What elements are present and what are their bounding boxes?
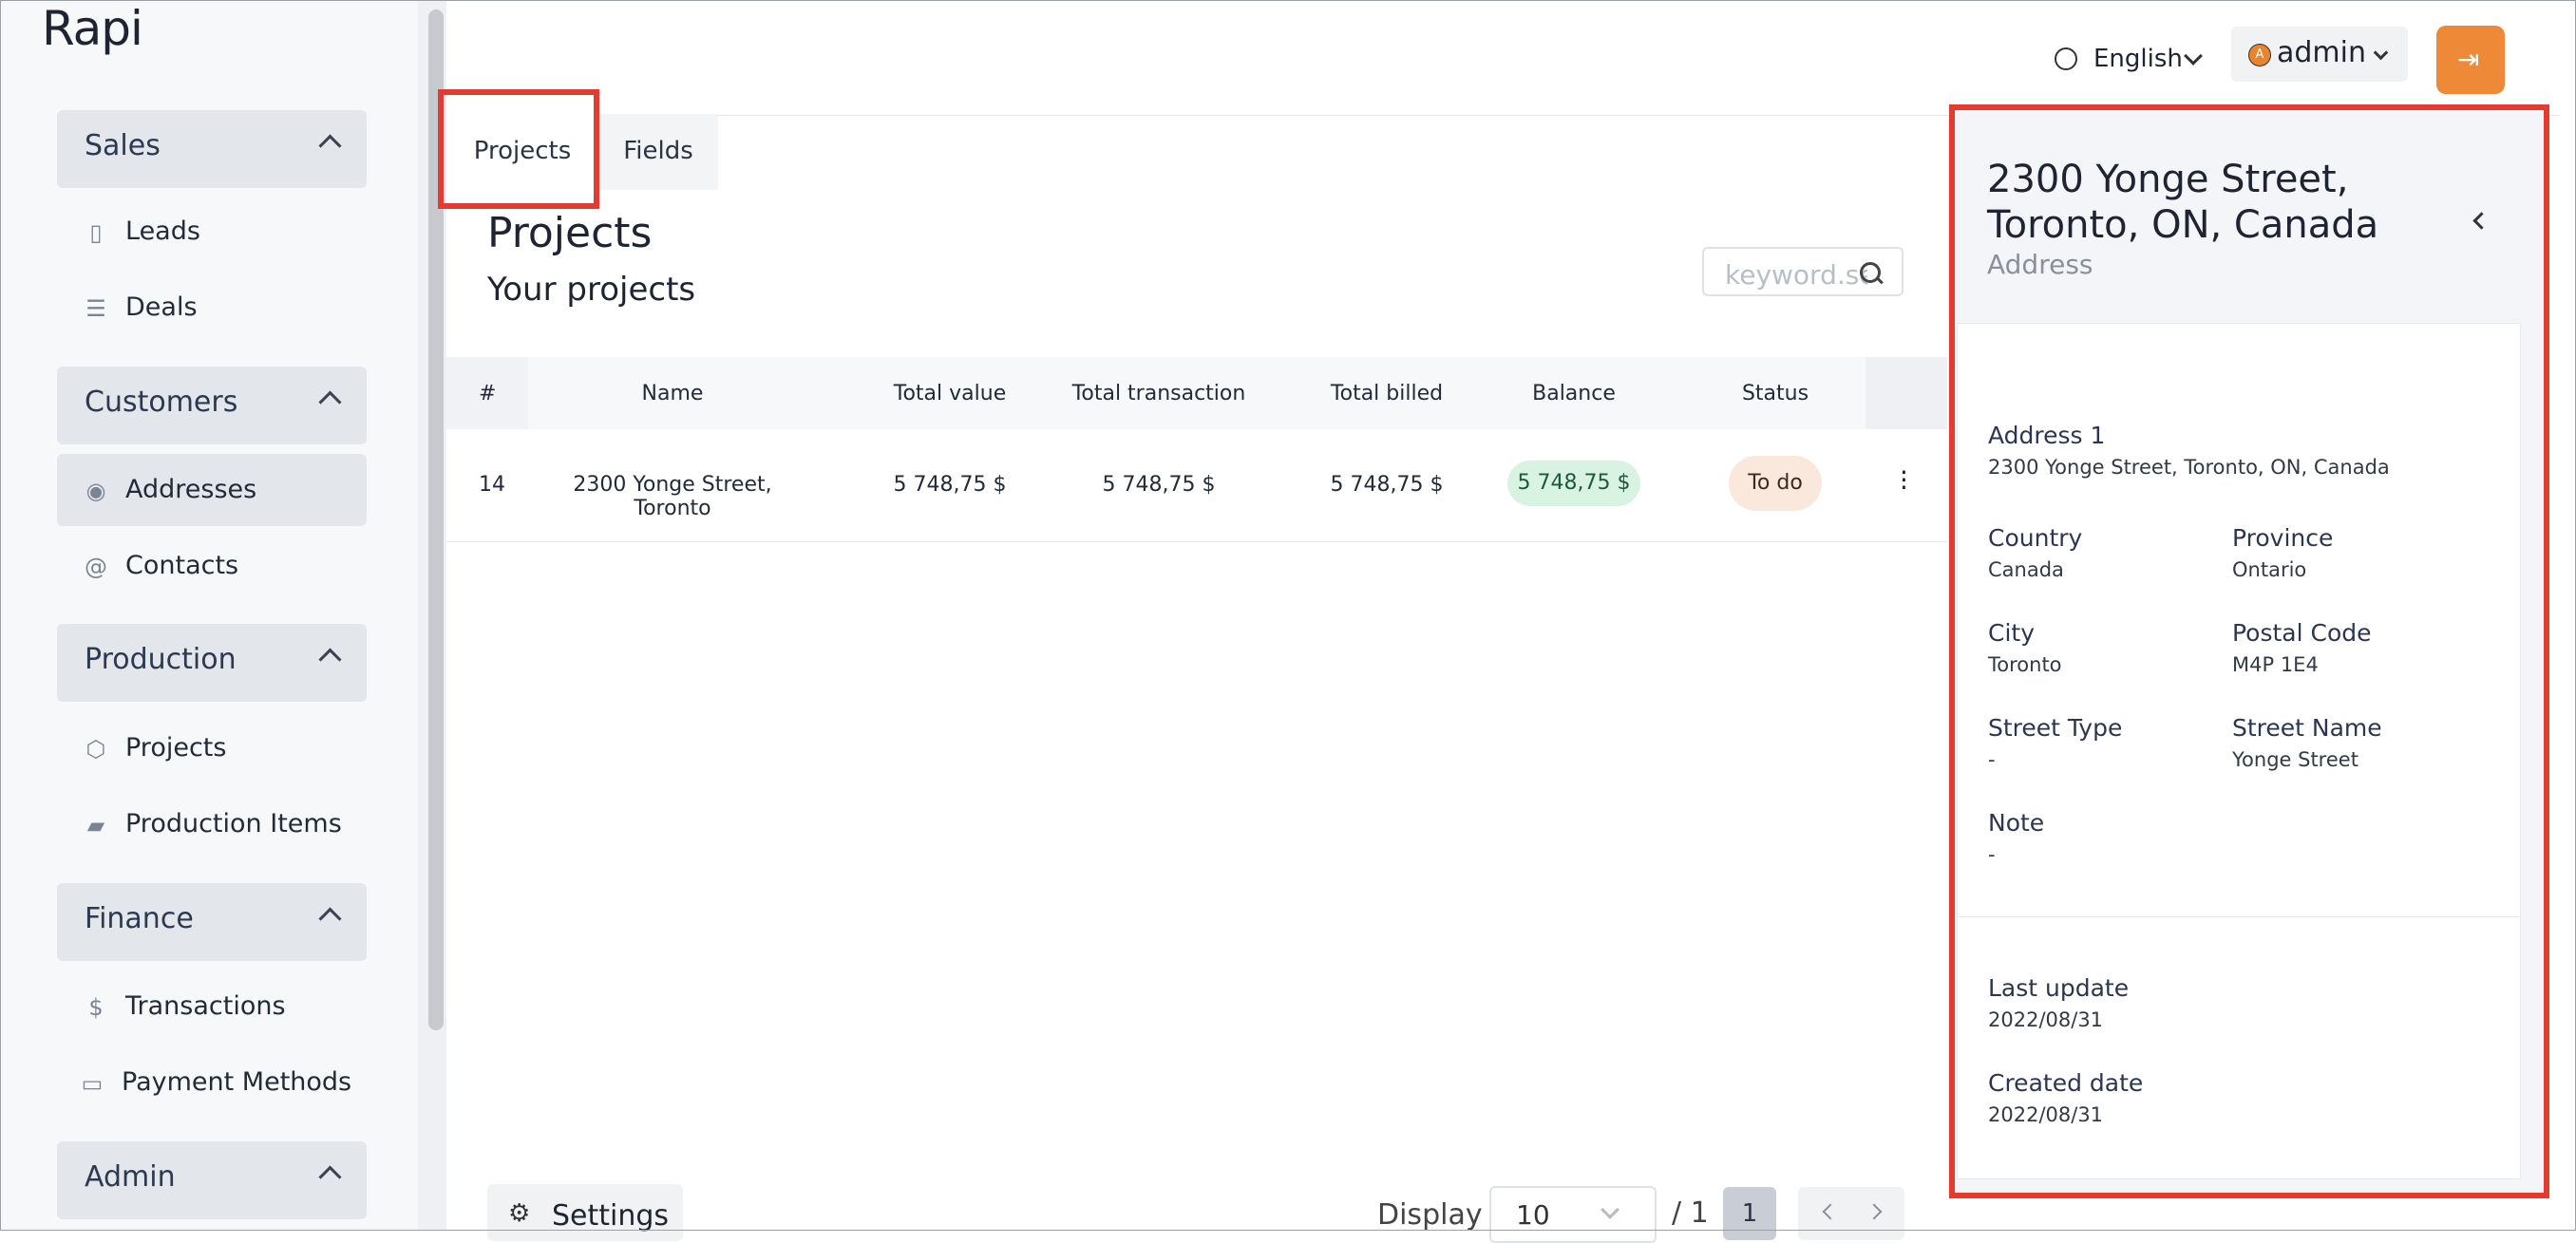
sidebar-group-label: Customers	[85, 386, 238, 419]
column-header-total-transaction[interactable]: Total transaction	[1045, 382, 1273, 405]
column-header-name[interactable]: Name	[532, 382, 813, 405]
chevron-down-icon	[2373, 45, 2389, 61]
chevron-down-icon	[1601, 1200, 1619, 1219]
book-icon: ▯	[89, 219, 103, 246]
app-logo[interactable]: Rapi	[42, 0, 143, 57]
sidebar-item-label: Projects	[125, 733, 227, 763]
cell-total-value: 5 748,75 $	[893, 473, 1007, 497]
map-pin-icon: ◉	[85, 478, 106, 504]
chevron-right-icon[interactable]	[1866, 1203, 1883, 1220]
column-header-status[interactable]: Status	[1700, 382, 1850, 405]
tab-fields[interactable]: Fields	[598, 114, 718, 190]
display-label: Display	[1377, 1198, 1483, 1232]
sidebar-item-transactions[interactable]: $ Transactions	[57, 970, 367, 1043]
user-menu[interactable]: A admin	[2231, 27, 2408, 82]
sidebar-group-label: Sales	[85, 129, 161, 162]
gear-icon: ⚙	[508, 1199, 531, 1228]
cell-total-billed: 5 748,75 $	[1330, 473, 1444, 497]
search-icon[interactable]	[1860, 262, 1881, 283]
sidebar-item-label: Transactions	[125, 991, 286, 1021]
list-icon: ☰	[85, 295, 106, 322]
sidebar-item-leads[interactable]: ▯ Leads	[57, 196, 367, 268]
table-header: # Name Total value Total transaction Tot…	[446, 357, 1947, 430]
credit-card-icon: ▭	[81, 1070, 104, 1097]
more-options-icon[interactable]: · · ·	[1900, 460, 1908, 501]
globe-icon	[2055, 47, 2077, 70]
sidebar-item-addresses[interactable]: ◉ Addresses	[57, 454, 367, 526]
user-name: admin	[2277, 36, 2366, 69]
dollar-icon: $	[88, 994, 104, 1021]
column-header-balance[interactable]: Balance	[1491, 382, 1657, 405]
page-size-value: 10	[1516, 1199, 1550, 1231]
chevron-up-icon	[318, 390, 342, 414]
sidebar-item-label: Leads	[125, 217, 200, 246]
sidebar-group-sales[interactable]: Sales	[57, 110, 367, 188]
at-icon: @	[85, 554, 107, 580]
current-page-button[interactable]: 1	[1723, 1187, 1776, 1240]
logout-icon: ⇥	[2457, 44, 2480, 75]
status-badge: To do	[1729, 456, 1822, 511]
sidebar-group-label: Finance	[85, 902, 194, 935]
page-subtitle: Your projects	[487, 271, 696, 309]
chevron-left-icon[interactable]	[1822, 1203, 1839, 1220]
highlight-box-detail-panel	[1949, 104, 2549, 1198]
sidebar-item-projects[interactable]: ⬡ Projects	[57, 712, 367, 784]
language-selector[interactable]: English	[2093, 45, 2183, 73]
search-box	[1702, 247, 1904, 296]
settings-label: Settings	[552, 1199, 670, 1233]
sidebar-item-label: Deals	[125, 292, 198, 322]
sidebar: Rapi Sales ▯ Leads ☰ Deals Customers ◉ A…	[0, 0, 427, 1231]
sidebar-item-label: Production Items	[125, 809, 342, 838]
balance-badge: 5 748,75 $	[1507, 461, 1640, 506]
settings-button[interactable]: ⚙ Settings	[487, 1184, 683, 1241]
total-pages: / 1	[1672, 1196, 1709, 1230]
sidebar-item-label: Addresses	[125, 475, 257, 504]
sidebar-group-label: Production	[85, 643, 237, 676]
sidebar-item-payment-methods[interactable]: ▭ Payment Methods	[57, 1046, 367, 1119]
chevron-up-icon	[318, 1165, 342, 1189]
cell-id: 14	[479, 473, 505, 497]
sidebar-item-production-items[interactable]: ▰ Production Items	[57, 788, 367, 860]
sidebar-item-contacts[interactable]: @ Contacts	[57, 530, 367, 602]
pagination-controls	[1798, 1187, 1904, 1240]
truck-icon: ▰	[86, 812, 105, 838]
sidebar-item-deals[interactable]: ☰ Deals	[57, 272, 367, 344]
logout-button[interactable]: ⇥	[2436, 26, 2505, 94]
page-size-select[interactable]: 10	[1489, 1186, 1657, 1243]
sidebar-group-production[interactable]: Production	[57, 624, 367, 702]
tab-label: Fields	[623, 137, 693, 165]
column-header-id[interactable]: #	[479, 382, 496, 405]
column-header-total-value[interactable]: Total value	[864, 382, 1035, 405]
cell-name: 2300 Yonge Street, Toronto	[573, 473, 772, 520]
sidebar-group-admin[interactable]: Admin	[57, 1141, 367, 1219]
column-header-total-billed[interactable]: Total billed	[1292, 382, 1482, 405]
sidebar-item-label: Payment Methods	[122, 1067, 352, 1097]
highlight-box-tab	[438, 89, 599, 209]
sidebar-group-label: Admin	[85, 1160, 176, 1194]
search-input[interactable]	[1723, 258, 1869, 292]
avatar: A	[2248, 44, 2271, 66]
cell-total-transaction: 5 748,75 $	[1102, 473, 1216, 497]
header-cell-actions-bg	[1866, 357, 1947, 429]
table-row[interactable]: 14 2300 Yonge Street, Toronto 5 748,75 $…	[446, 429, 1947, 542]
sidebar-item-label: Contacts	[125, 551, 239, 580]
sidebar-group-finance[interactable]: Finance	[57, 883, 367, 961]
chevron-up-icon	[318, 907, 342, 931]
chevron-up-icon	[318, 648, 342, 671]
page-title: Projects	[487, 209, 653, 257]
sidebar-group-customers[interactable]: Customers	[57, 367, 367, 444]
chevron-up-icon	[318, 134, 342, 158]
cube-icon: ⬡	[85, 736, 106, 763]
